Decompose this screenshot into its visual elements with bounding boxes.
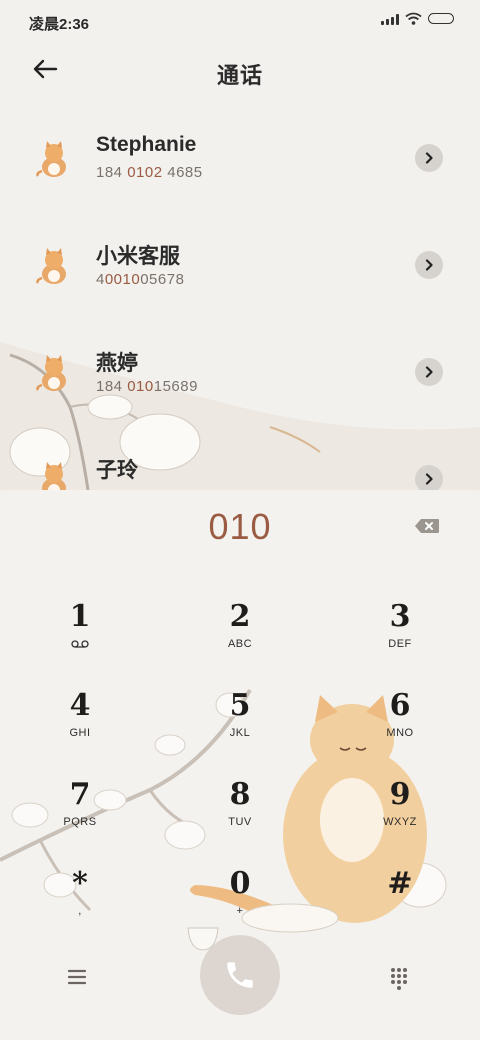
key-5[interactable]: 5 JKL xyxy=(185,689,295,767)
dial-input[interactable]: 010 xyxy=(0,506,480,548)
contact-detail-button[interactable] xyxy=(415,465,443,490)
chevron-right-icon xyxy=(425,259,433,271)
contact-list: Stephanie 184 0102 4685 小米客服 4001005678 … xyxy=(0,107,480,490)
call-button[interactable] xyxy=(200,935,280,1015)
chevron-right-icon xyxy=(425,152,433,164)
status-time: 凌晨2:36 xyxy=(29,16,90,33)
status-icons xyxy=(381,12,454,25)
menu-button[interactable] xyxy=(62,962,92,992)
contact-detail-button[interactable] xyxy=(415,144,443,172)
contact-number: 184 0102 4685 xyxy=(96,164,203,181)
contact-item[interactable]: 小米客服 4001005678 xyxy=(0,214,480,304)
signal-icon xyxy=(381,13,399,25)
dial-pad: 010 1 2 ABC 3 DEF 4 GHI 5 JKL 6 MNO 7 PQ… xyxy=(0,490,480,1040)
page-title: 通话 xyxy=(216,63,263,88)
contact-number: 4001005678 xyxy=(96,271,185,288)
contact-name: 燕婷 xyxy=(96,352,138,375)
cat-avatar-icon xyxy=(36,355,66,391)
chevron-right-icon xyxy=(425,366,433,378)
contact-item[interactable]: 燕婷 184 01015689 xyxy=(0,321,480,411)
contact-detail-button[interactable] xyxy=(415,251,443,279)
battery-icon xyxy=(428,13,454,24)
cat-avatar-icon xyxy=(36,141,66,177)
cat-avatar-icon xyxy=(42,462,66,490)
cat-avatar-icon xyxy=(36,248,66,284)
status-bar: 凌晨2:36 xyxy=(0,0,480,44)
menu-icon xyxy=(67,969,87,985)
key-0[interactable]: 0 + xyxy=(185,867,295,945)
key-3[interactable]: 3 DEF xyxy=(345,600,455,678)
contact-name: 小米客服 xyxy=(96,245,180,268)
key-8[interactable]: 8 TUV xyxy=(185,778,295,856)
header: 通话 xyxy=(0,44,480,98)
key-star[interactable]: * , xyxy=(25,867,135,945)
phone-icon xyxy=(227,962,253,988)
backspace-icon[interactable] xyxy=(414,518,440,534)
key-9[interactable]: 9 WXYZ xyxy=(345,778,455,856)
chevron-right-icon xyxy=(425,473,433,485)
key-7[interactable]: 7 PQRS xyxy=(25,778,135,856)
dialpad-toggle-button[interactable] xyxy=(384,962,414,992)
key-6[interactable]: 6 MNO xyxy=(345,689,455,767)
contact-number: 184 01015689 xyxy=(96,378,198,395)
key-hash[interactable]: # xyxy=(345,867,455,945)
contact-name: Stephanie xyxy=(96,133,197,156)
wifi-icon xyxy=(405,12,422,25)
voicemail-icon xyxy=(71,640,89,648)
key-4[interactable]: 4 GHI xyxy=(25,689,135,767)
key-1[interactable]: 1 xyxy=(25,600,135,678)
key-2[interactable]: 2 ABC xyxy=(185,600,295,678)
contact-item[interactable]: Stephanie 184 0102 4685 xyxy=(0,107,480,197)
contact-name: 子玲 xyxy=(96,459,138,482)
contact-detail-button[interactable] xyxy=(415,358,443,386)
dialpad-icon xyxy=(391,968,407,990)
contact-item[interactable]: 子玲 xyxy=(0,428,480,490)
